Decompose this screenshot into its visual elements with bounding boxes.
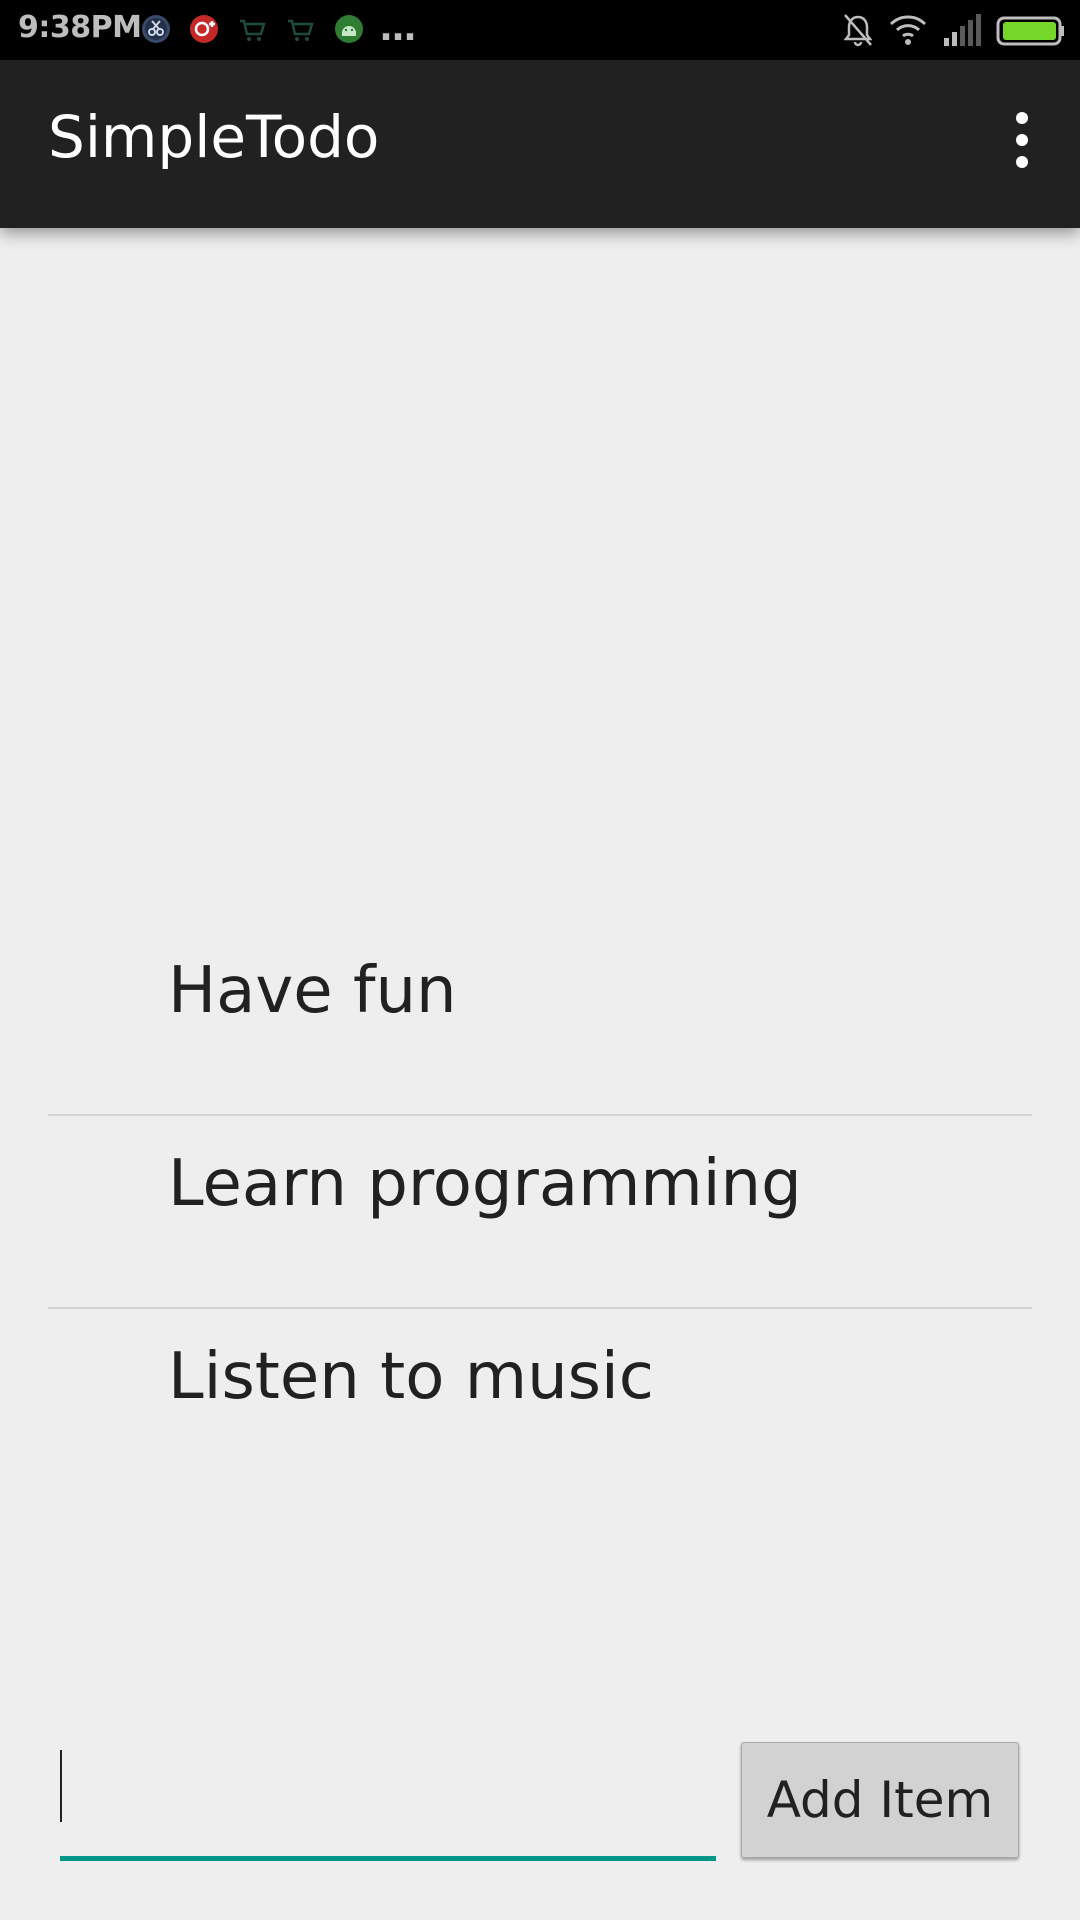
- cart-icon: [288, 19, 314, 41]
- more-notifications-indicator: …: [380, 8, 416, 49]
- scissors-icon: [142, 15, 170, 43]
- list-item[interactable]: Have fun: [48, 923, 1032, 1116]
- google-plus-icon: [190, 15, 218, 43]
- bell-muted-icon: [843, 14, 873, 47]
- list-item-label: Listen to music: [168, 1340, 654, 1414]
- add-item-button[interactable]: Add Item: [741, 1742, 1019, 1858]
- battery-icon: [996, 16, 1064, 46]
- overflow-dot-icon: [1016, 156, 1028, 168]
- android-icon: [335, 15, 363, 43]
- action-bar: SimpleTodo: [0, 60, 1080, 228]
- signal-icon: [944, 14, 981, 46]
- todo-list: Have fun Learn programming Listen to mus…: [48, 923, 1032, 1502]
- status-bar: 9:38PM …: [0, 0, 1080, 60]
- wifi-icon: [889, 15, 927, 45]
- input-underline: [60, 1856, 716, 1861]
- list-item[interactable]: Listen to music: [48, 1309, 1032, 1502]
- overflow-dot-icon: [1016, 112, 1028, 124]
- app-title: SimpleTodo: [48, 103, 380, 171]
- list-item[interactable]: Learn programming: [48, 1116, 1032, 1309]
- new-item-field-container: [60, 1745, 716, 1861]
- list-item-label: Learn programming: [168, 1147, 802, 1221]
- status-time: 9:38PM: [18, 10, 142, 45]
- text-cursor: [60, 1750, 62, 1822]
- new-item-input[interactable]: [60, 1745, 716, 1856]
- cart-icon: [240, 19, 266, 41]
- overflow-dot-icon: [1016, 134, 1028, 146]
- overflow-menu-button[interactable]: [994, 112, 1050, 176]
- list-item-label: Have fun: [168, 954, 457, 1028]
